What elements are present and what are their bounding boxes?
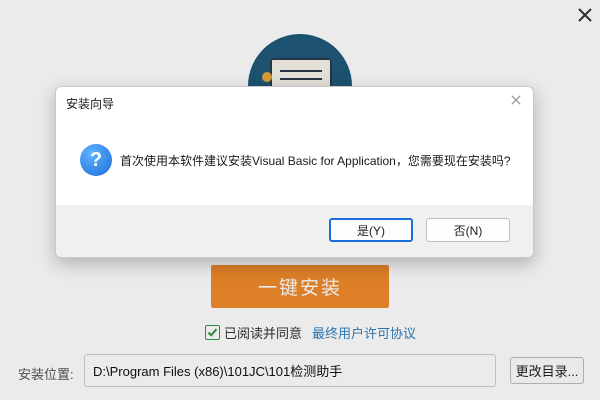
question-icon: ? [80,144,112,176]
dialog-footer: 是(Y) 否(N) [56,205,533,257]
dialog-title: 安装向导 [66,97,115,111]
yes-button[interactable]: 是(Y) [329,218,413,242]
no-button[interactable]: 否(N) [426,218,510,242]
dialog-message: 首次使用本软件建议安装Visual Basic for Application，… [120,154,511,168]
dialog-body: ? 首次使用本软件建议安装Visual Basic for Applicatio… [56,117,533,205]
dialog-close-icon[interactable] [509,93,523,107]
setup-wizard-dialog: 安装向导 ? 首次使用本软件建议安装Visual Basic for Appli… [55,86,534,258]
installer-window: 一键安装 已阅读并同意 最终用户许可协议 安装位置: 更改目录... 安装向导 … [0,0,600,400]
